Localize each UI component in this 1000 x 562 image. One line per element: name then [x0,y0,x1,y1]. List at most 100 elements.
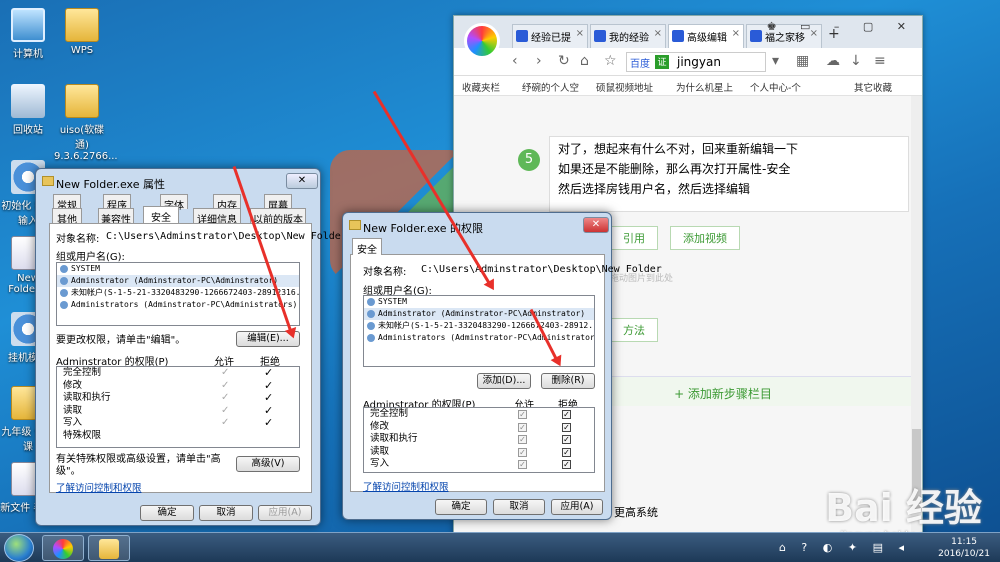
system-tray-icons[interactable]: ⌂ ? ◐ ✦ ▤ ◂ [779,541,910,554]
security-panel: 对象名称: C:\Users\Adminstrator\Desktop\New … [49,223,365,494]
bookmark-other[interactable]: 其它收藏 [854,80,892,94]
bookmark-why[interactable]: 为什么机星上 [676,80,733,94]
list-item[interactable]: SYSTEM [57,263,299,275]
list-item[interactable]: SYSTEM [364,296,594,308]
bookmark-center[interactable]: 个人中心-个 [750,80,801,94]
back-icon[interactable]: ‹ [512,53,518,69]
allow-checkbox[interactable]: ✓ [518,460,527,469]
step-line: 对了，想起来有什么不对，回来重新编辑一下 [558,142,799,156]
home-icon[interactable]: ⌂ [580,53,589,69]
cloud-icon[interactable]: ☁ [826,53,840,69]
bookmark-video[interactable]: 硕鼠视频地址 [596,80,653,94]
start-button[interactable] [4,534,34,562]
access-control-link[interactable]: 了解访问控制和权限 [363,479,449,493]
bookmark-personal[interactable]: 纾碗的个人空 [522,80,579,94]
desktop-icon-uiso[interactable]: uiso(软碟通) 9.3.6.2766... [54,84,118,162]
clock-date: 2016/10/21 [938,549,990,559]
deny-checkbox[interactable]: ✓ [562,422,571,432]
taskbar-explorer[interactable] [88,535,130,561]
cancel-button[interactable]: 取消 [199,505,253,521]
ok-button[interactable]: 确定 [435,499,487,515]
tab-memory[interactable]: 内存 [213,194,241,212]
method-button[interactable]: 方法 [610,318,658,342]
apply-button[interactable]: 应用(A) [258,505,312,521]
tab-security[interactable]: 安全 [352,238,382,256]
paw-menu-icon[interactable]: ▾ [772,53,779,69]
tab-security[interactable]: 安全 [143,206,179,224]
add-button[interactable]: 添加(D)... [477,373,531,389]
desktop-icon-computer[interactable]: 计算机 [0,8,56,60]
allow-checkbox[interactable]: ✓ [518,410,527,419]
perm-row: 完全控制 ✓ ✓ [370,408,571,419]
step-text-editor[interactable]: 对了，想起来有什么不对，回来重新编辑一下 如果还是不能删除，那么再次打开属性-安… [549,136,909,212]
perm-row: 特殊权限 [63,429,102,441]
address-text: jingyan [677,55,721,69]
desktop-icon-recycle-bin[interactable]: 回收站 [0,84,56,136]
desktop-icon-wps[interactable]: WPS [54,8,110,56]
window-controls[interactable]: ♚ ▭ – ▢ ✕ [767,20,916,33]
apply-button[interactable]: 应用(A) [551,499,603,515]
allow-checkbox[interactable]: ✓ [518,447,527,457]
tab-my-experience[interactable]: 我的经验 × [590,24,666,48]
object-name-value: C:\Users\Adminstrator\Desktop\New Folder… [106,231,365,242]
object-name-label: 对象名称: [56,234,100,245]
tab-compatibility[interactable]: 兼容性 [98,208,134,226]
close-button[interactable]: ✕ [286,173,318,189]
deny-checkbox[interactable]: ✓ [562,447,571,457]
deny-checkbox[interactable]: ✓ [562,435,571,444]
perm-row: 写入 ✓ ✓ [370,458,571,469]
list-item[interactable]: 未知帐户(S-1-5-21-3320483290-1266672403-2891… [364,320,594,332]
allow-check: ✓ [221,392,230,403]
cancel-button[interactable]: 取消 [493,499,545,515]
tab-other[interactable]: 其他 [52,208,82,226]
permission-list: 完全控制 ✓ ✓ 修改 ✓ ✓ 读取和执行 ✓ ✓ 读取 ✓ ✓ 写入 ✓ ✓ 特殊权限 [56,366,300,448]
advanced-button[interactable]: 高级(V) [236,456,300,472]
address-bar[interactable]: 百度 证 jingyan [626,52,766,72]
allow-checkbox[interactable]: ✓ [518,422,527,432]
tab-advanced-edit[interactable]: 高级编辑 × [668,24,744,48]
tab-previous-versions[interactable]: 以前的版本 [250,208,306,226]
clock[interactable]: 11:15 2016/10/21 [938,536,990,560]
list-item[interactable]: Administrators (Adminstrator-PC\Administ… [364,332,594,344]
star-icon[interactable]: ☆ [604,53,617,69]
close-icon[interactable]: × [732,28,740,39]
properties-dialog: New Folder.exe 属性 ✕ 常规 程序 字体 内存 屏幕 其他 兼容… [35,168,365,526]
add-video-button[interactable]: 添加视频 [670,226,740,250]
download-icon[interactable]: ↓ [850,53,862,69]
ok-button[interactable]: 确定 [140,505,194,521]
access-control-link[interactable]: 了解访问控制和权限 [56,480,142,494]
deny-check: ✓ [264,391,274,404]
list-item[interactable]: Administrators (Adminstrator-PC\Administ… [57,299,299,311]
close-icon[interactable]: × [576,28,584,39]
tab-details[interactable]: 详细信息 [193,208,241,226]
remove-button[interactable]: 删除(R) [541,373,595,389]
deny-checkbox[interactable]: ✓ [562,460,571,469]
deny-checkbox[interactable]: ✓ [562,410,571,419]
forward-icon[interactable]: › [536,53,542,69]
step-line: 然后选择房钱用户名，然后选择编辑 [558,182,751,196]
tab-experience-submitted[interactable]: 经验已提 × [512,24,588,48]
list-item[interactable]: 未知帐户(S-1-5-21-3320483290-1266672403-2891… [57,287,299,299]
browser-icon [53,539,73,559]
taskbar-browser[interactable] [42,535,84,561]
list-item[interactable]: Adminstrator (Adminstrator-PC\Adminstrat… [364,308,594,320]
perm-row: 修改 ✓ ✓ [63,378,274,392]
tab-general[interactable]: 常规 [53,194,81,212]
scrollbar[interactable] [911,96,922,534]
tab-screen[interactable]: 屏幕 [264,194,292,212]
reload-icon[interactable]: ↻ [558,53,570,69]
folder-icon [99,539,119,559]
browser-tab-bar: 经验已提 × 我的经验 × 高级编辑 × 福之家移 × + ♚ ▭ – ▢ ✕ [454,16,922,59]
menu-icon[interactable]: ≡ [874,53,886,69]
user-list[interactable]: SYSTEM Adminstrator (Adminstrator-PC\Adm… [56,262,300,326]
quote-button[interactable]: 引用 [610,226,658,250]
grid-icon[interactable]: ▦ [796,53,809,69]
bookmark-favorites[interactable]: 收藏夹栏 [462,80,500,94]
close-icon[interactable]: × [654,28,662,39]
list-item[interactable]: Adminstrator (Adminstrator-PC\Adminstrat… [57,275,299,287]
permission-list[interactable]: 完全控制 ✓ ✓ 修改 ✓ ✓ 读取和执行 ✓ ✓ 读取 ✓ ✓ 写入 ✓ ✓ [363,407,595,473]
allow-checkbox[interactable]: ✓ [518,435,527,444]
tab-program[interactable]: 程序 [103,194,131,212]
perm-row: 读取和执行 ✓ ✓ [370,433,571,444]
close-button[interactable]: ✕ [583,217,609,233]
